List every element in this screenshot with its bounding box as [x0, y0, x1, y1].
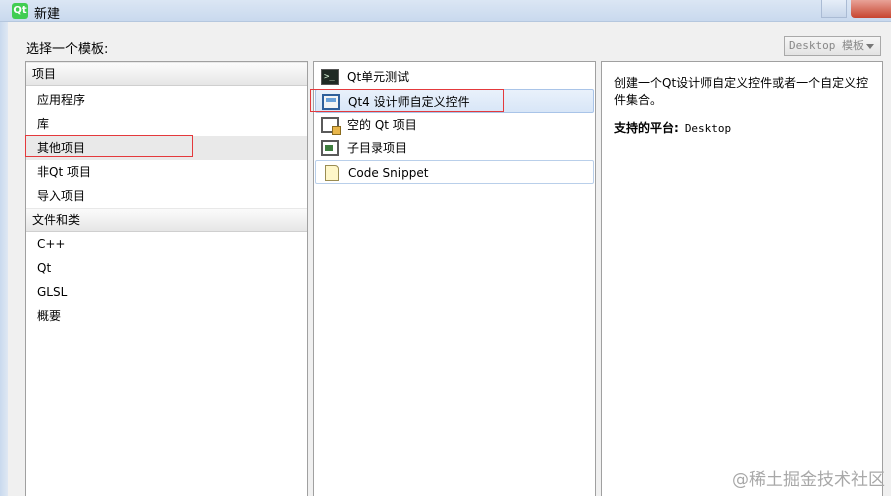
highlight-box [310, 89, 504, 112]
group-header-files: 文件和类 [26, 208, 307, 232]
window-icon [321, 117, 341, 135]
highlight-box [25, 135, 193, 157]
template-label: Code Snippet [348, 166, 429, 180]
supported-platforms: 支持的平台: Desktop [614, 119, 731, 136]
template-details: 创建一个Qt设计师自定义控件或者一个自定义控件集合。 支持的平台: Desktop [601, 61, 883, 496]
platform-combo[interactable]: Desktop 模板 [784, 36, 881, 56]
title-bar: Qt 新建 [0, 0, 891, 22]
qt-app-icon: Qt [12, 3, 28, 19]
template-item[interactable]: 子目录项目 [315, 136, 594, 160]
template-description: 创建一个Qt设计师自定义控件或者一个自定义控件集合。 [614, 76, 869, 107]
category-item[interactable]: 导入项目 [26, 184, 307, 208]
platform-combo-value: Desktop 模板 [789, 39, 864, 52]
window-title: 新建 [34, 7, 61, 22]
category-item[interactable]: 库 [26, 112, 307, 136]
template-item[interactable]: 空的 Qt 项目 [315, 113, 594, 137]
group-header-projects: 项目 [26, 62, 307, 86]
folder-project-icon [321, 140, 339, 156]
category-item[interactable]: GLSL [26, 280, 307, 304]
category-list: 项目 应用程序 库 其他项目 非Qt 项目 导入项目 文件和类 C++ Qt G… [25, 61, 308, 496]
template-label: 子目录项目 [347, 141, 408, 155]
template-list: >_ Qt单元测试 Qt4 设计师自定义控件 空的 Qt 项目 子目录项目 Co… [313, 61, 596, 496]
category-item[interactable]: 应用程序 [26, 88, 307, 112]
choose-template-label: 选择一个模板: [26, 42, 109, 57]
category-item[interactable]: C++ [26, 232, 307, 256]
document-icon [325, 165, 339, 181]
category-item[interactable]: Qt [26, 256, 307, 280]
chevron-down-icon [866, 44, 874, 49]
terminal-icon: >_ [321, 69, 339, 85]
template-item[interactable]: Code Snippet [315, 160, 594, 184]
template-label: 空的 Qt 项目 [347, 118, 417, 132]
platform-value: Desktop [684, 122, 732, 135]
window-frame-edge [0, 22, 8, 496]
category-item[interactable]: 非Qt 项目 [26, 160, 307, 184]
template-item[interactable]: >_ Qt单元测试 [315, 65, 594, 89]
template-label: Qt单元测试 [347, 70, 410, 84]
watermark: @稀土掘金技术社区 [732, 470, 885, 490]
maximize-button[interactable] [821, 0, 847, 18]
category-item[interactable]: 概要 [26, 304, 307, 328]
close-button[interactable] [851, 0, 891, 18]
platform-label: 支持的平台: [614, 121, 679, 135]
